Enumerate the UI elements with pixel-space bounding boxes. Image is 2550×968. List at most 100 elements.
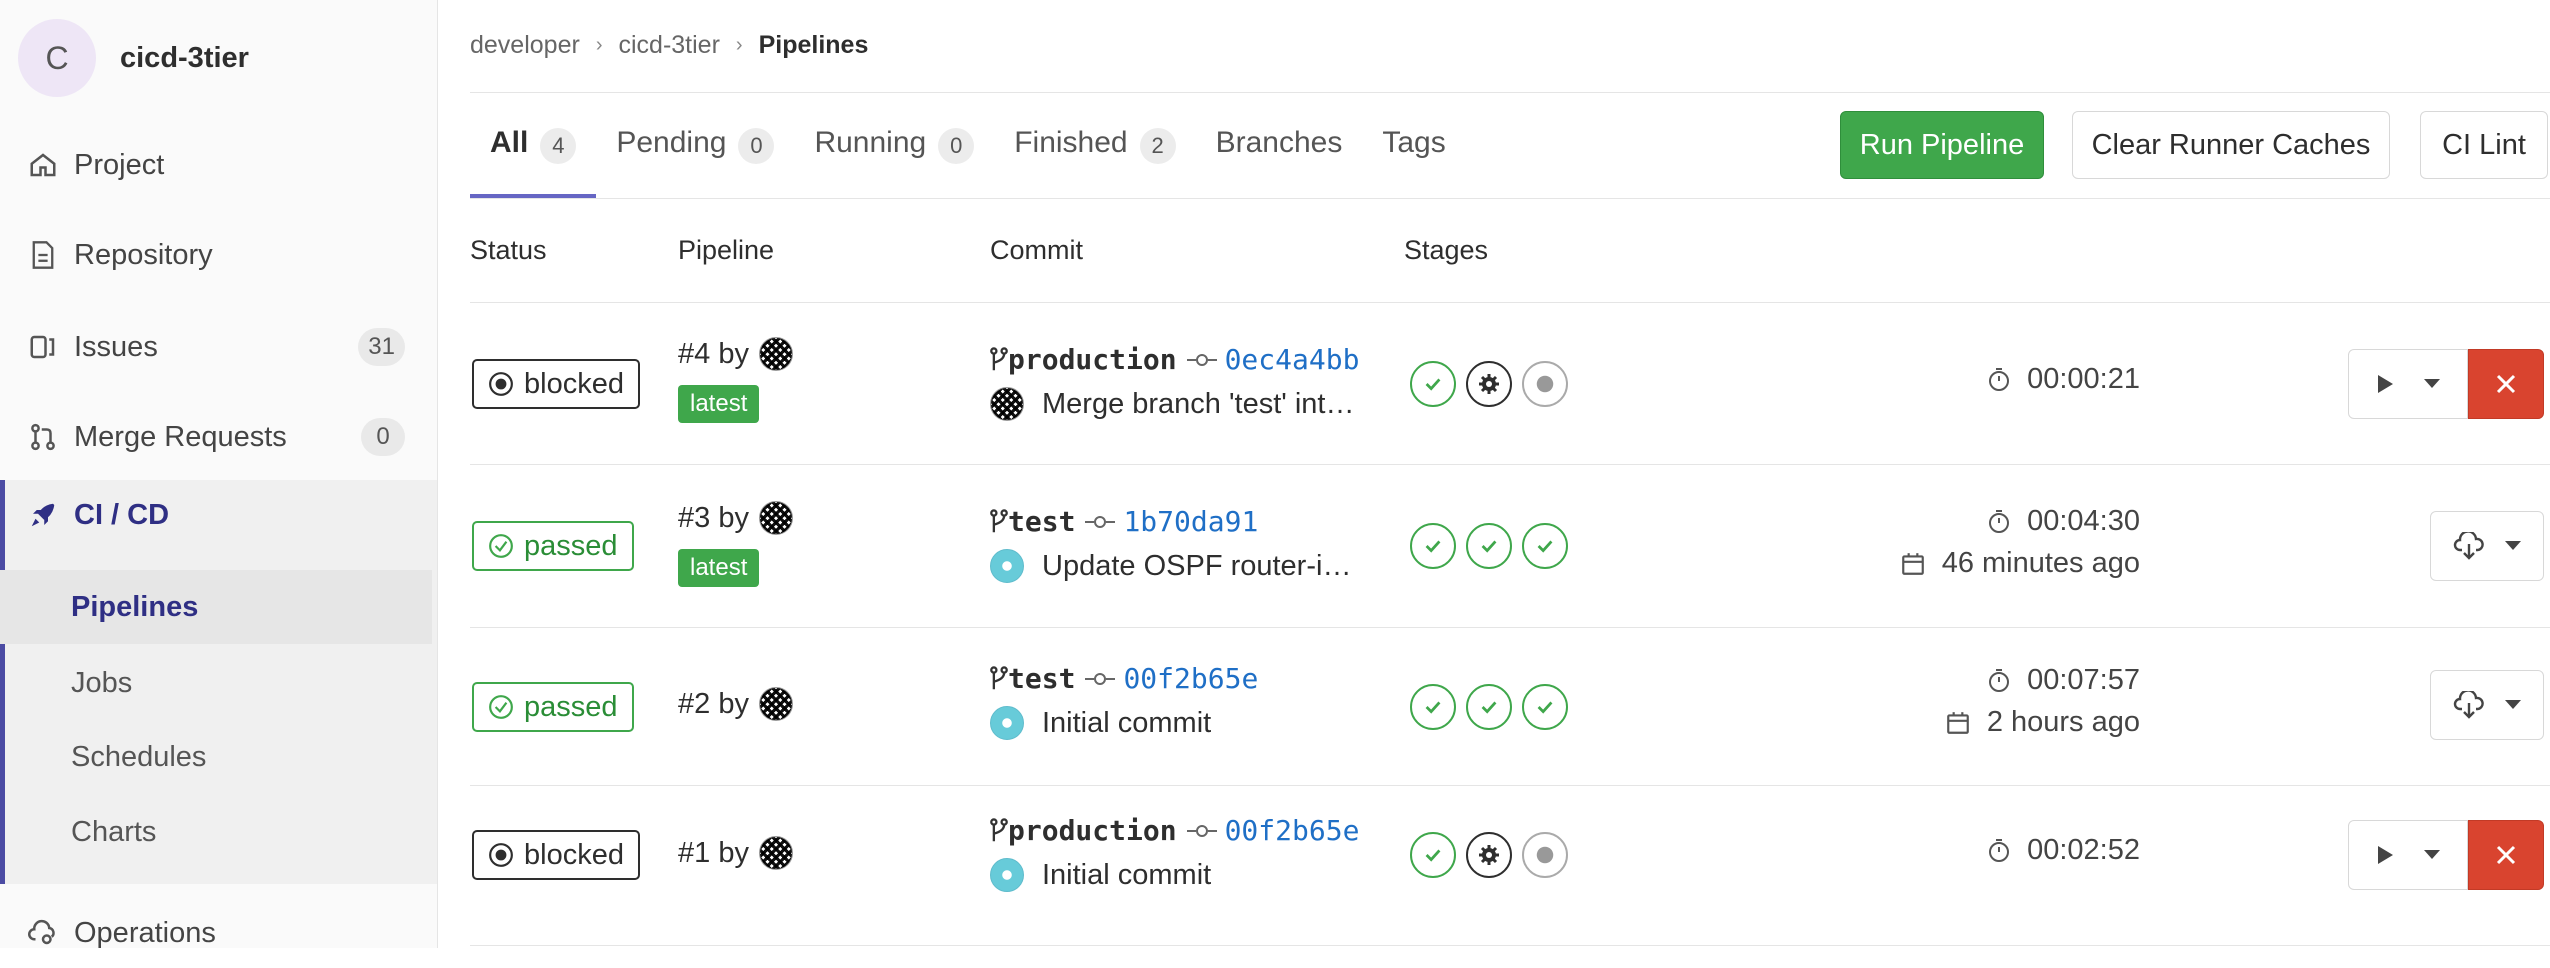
author-avatar[interactable] (990, 858, 1024, 892)
commit-title[interactable]: Merge branch 'test' int… (1042, 388, 1355, 421)
stage-passed[interactable] (1410, 684, 1456, 730)
author-avatar[interactable] (990, 549, 1024, 583)
branch-icon (990, 665, 1008, 689)
user-avatar[interactable] (758, 687, 793, 721)
duration: 00:02:52 (1987, 834, 2140, 867)
play-icon (2378, 846, 2393, 864)
caret-down-icon (2504, 541, 2521, 550)
branch-name[interactable]: production (1008, 343, 1177, 376)
cloud-download-icon (2453, 691, 2484, 719)
stage-passed[interactable] (1410, 523, 1456, 569)
author-avatar[interactable] (990, 706, 1024, 740)
calendar-icon (1945, 710, 1971, 736)
stage-passed[interactable] (1410, 832, 1456, 878)
tab-label: Running (814, 126, 927, 159)
tab-finished[interactable]: Finished 2 (994, 110, 1195, 198)
branch-name[interactable]: production (1008, 814, 1177, 847)
document-icon (26, 238, 60, 272)
download-artifacts-dropdown[interactable] (2430, 511, 2544, 581)
branch-name[interactable]: test (1008, 662, 1075, 695)
tab-branches[interactable]: Branches (1196, 110, 1363, 198)
sidebar-subitem-schedules[interactable]: Schedules (0, 720, 432, 794)
status-badge[interactable]: passed (472, 521, 634, 571)
sidebar-item-project[interactable]: Project (0, 130, 437, 200)
manual-actions-dropdown[interactable] (2348, 349, 2468, 419)
sidebar-item-label: Issues (74, 330, 158, 363)
download-artifacts-dropdown[interactable] (2430, 670, 2544, 740)
stage-skipped[interactable] (1522, 361, 1568, 407)
tab-tags[interactable]: Tags (1362, 110, 1465, 198)
breadcrumb-project[interactable]: cicd-3tier (618, 31, 719, 60)
status-badge[interactable]: blocked (472, 359, 640, 409)
stage-passed[interactable] (1466, 523, 1512, 569)
ci-lint-button[interactable]: CI Lint (2420, 111, 2548, 179)
divider (470, 92, 2550, 93)
user-avatar[interactable] (758, 337, 793, 371)
tab-label: All (490, 126, 529, 159)
commit-ref: test 00f2b65e (990, 662, 1258, 695)
stage-passed[interactable] (1410, 361, 1456, 407)
commit-sha[interactable]: 0ec4a4bb (1225, 343, 1360, 376)
sidebar-subitem-charts[interactable]: Charts (0, 795, 432, 869)
commit-title[interactable]: Initial commit (1042, 707, 1211, 740)
stage-passed[interactable] (1522, 684, 1568, 730)
tab-label: Tags (1382, 126, 1446, 159)
sidebar-item-repository[interactable]: Repository (0, 220, 437, 290)
sidebar-subitem-label: Jobs (71, 666, 133, 699)
pipeline-id[interactable]: #4 by (678, 337, 793, 371)
commit-ref: production 0ec4a4bb (990, 343, 1359, 376)
sidebar-item-operations[interactable]: Operations (0, 898, 437, 968)
tab-running[interactable]: Running 0 (794, 110, 994, 198)
breadcrumb-developer[interactable]: developer (470, 31, 580, 60)
commit-sha[interactable]: 1b70da91 (1123, 505, 1258, 538)
stage-skipped[interactable] (1522, 832, 1568, 878)
sidebar-item-cicd[interactable]: CI / CD (0, 480, 437, 550)
user-avatar[interactable] (758, 501, 793, 535)
pipeline-id[interactable]: #1 by (678, 836, 793, 870)
duration-text: 00:04:30 (2027, 505, 2140, 537)
commit-title[interactable]: Update OSPF router-i… (1042, 550, 1351, 583)
manual-actions-dropdown[interactable] (2348, 820, 2468, 890)
commit-sha[interactable]: 00f2b65e (1123, 662, 1258, 695)
commit-title[interactable]: Initial commit (1042, 859, 1211, 892)
blocked-icon (488, 371, 514, 397)
timer-icon (1987, 668, 2011, 694)
blocked-icon (488, 842, 514, 868)
project-name[interactable]: cicd-3tier (120, 42, 249, 75)
status-badge[interactable]: passed (472, 682, 634, 732)
sidebar-subitem-jobs[interactable]: Jobs (0, 646, 432, 720)
pipeline-id[interactable]: #2 by (678, 687, 793, 721)
sidebar-subitem-label: Charts (71, 815, 157, 848)
stage-passed[interactable] (1466, 684, 1512, 730)
merge-requests-count-badge: 0 (361, 418, 405, 456)
author-avatar[interactable] (990, 387, 1024, 421)
pipeline-id-text: #1 by (678, 836, 749, 869)
tab-all[interactable]: All 4 (470, 110, 597, 198)
check-icon (1425, 701, 1441, 714)
breadcrumb-current[interactable]: Pipelines (759, 31, 869, 60)
clear-runner-caches-button[interactable]: Clear Runner Caches (2072, 111, 2390, 179)
cancel-pipeline-button[interactable] (2468, 349, 2544, 419)
run-pipeline-button[interactable]: Run Pipeline (1840, 111, 2044, 179)
pipeline-id[interactable]: #3 by (678, 501, 793, 535)
commit-sha[interactable]: 00f2b65e (1225, 814, 1360, 847)
tab-pending[interactable]: Pending 0 (596, 110, 794, 198)
stage-manual[interactable] (1466, 832, 1512, 878)
cancel-pipeline-button[interactable] (2468, 820, 2544, 890)
sidebar-item-merge-requests[interactable]: Merge Requests 0 (0, 402, 437, 472)
status-badge[interactable]: blocked (472, 830, 640, 880)
gear-icon (1479, 845, 1499, 865)
sidebar-item-issues[interactable]: Issues 31 (0, 312, 437, 382)
branch-name[interactable]: test (1008, 505, 1075, 538)
stages (1410, 832, 1578, 878)
stage-manual[interactable] (1466, 361, 1512, 407)
pipeline-tabs: All 4 Pending 0 Running 0 Finished 2 Bra… (470, 110, 1466, 198)
stage-passed[interactable] (1522, 523, 1568, 569)
commit-icon (1186, 352, 1217, 368)
project-header[interactable]: C cicd-3tier (18, 16, 249, 100)
sidebar-subitem-pipelines[interactable]: Pipelines (0, 570, 432, 644)
column-header-status: Status (470, 235, 547, 265)
user-avatar[interactable] (758, 836, 793, 870)
duration-text: 00:02:52 (2027, 834, 2140, 866)
status-text: blocked (524, 838, 624, 871)
